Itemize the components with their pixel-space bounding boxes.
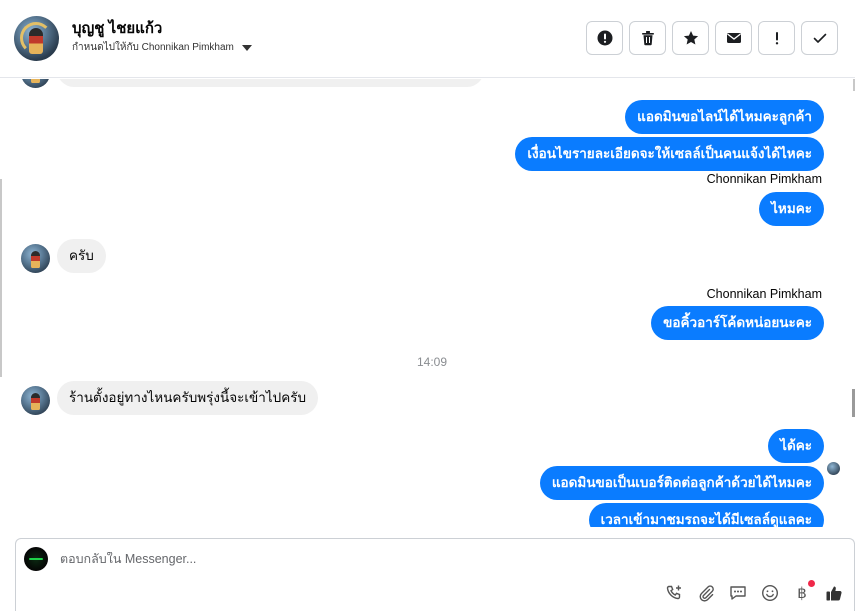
contact-message-avatar: [21, 79, 50, 88]
emoji-button[interactable]: [760, 583, 780, 603]
incoming-message-bubble[interactable]: ร้านตั้งอยู่ทางไหนครับพรุ่งนี้จะเข้าไปคร…: [57, 381, 319, 415]
emoji-icon: [761, 584, 779, 602]
outgoing-message-bubble[interactable]: ไหมคะ: [759, 192, 824, 226]
seen-receipt-avatar: [827, 462, 840, 475]
page-avatar: [24, 547, 48, 571]
contact-name[interactable]: บุญชู ไชยแก้ว: [72, 16, 162, 40]
follow-up-button[interactable]: [758, 21, 795, 55]
reply-composer: ฿: [15, 538, 855, 611]
attachment-icon: [699, 585, 714, 602]
mark-done-button[interactable]: [801, 21, 838, 55]
delete-button[interactable]: [629, 21, 666, 55]
check-icon: [813, 33, 826, 43]
saved-reply-button[interactable]: [728, 583, 748, 603]
contact-message-avatar: [21, 386, 50, 415]
scroll-edge: [0, 179, 2, 377]
assignee-dropdown[interactable]: กำหนดไปให้กับ Chonnikan Pimkham: [72, 40, 252, 55]
caret-down-icon: [241, 44, 252, 51]
baht-payment-icon: ฿: [797, 584, 807, 602]
message-list[interactable]: แอดมินขอไลน์ได้ไหมคะลูกค้า เงื่อนไขรายละ…: [0, 79, 855, 527]
mark-unread-button[interactable]: [715, 21, 752, 55]
avatar-figure: [31, 79, 40, 83]
trash-icon: [641, 31, 654, 46]
reply-input[interactable]: [60, 552, 660, 566]
outgoing-message-bubble[interactable]: แอดมินขอเป็นเบอร์ติดต่อลูกค้าด้วยได้ไหมค…: [539, 466, 824, 500]
incoming-message-bubble[interactable]: [57, 79, 484, 87]
outgoing-message-bubble[interactable]: ได้คะ: [768, 429, 824, 463]
sender-name: Chonnikan Pimkham: [706, 172, 822, 186]
like-icon: [826, 586, 842, 601]
incoming-message-bubble[interactable]: ครับ: [57, 239, 106, 273]
add-call-icon: [666, 585, 681, 600]
outgoing-message-bubble[interactable]: แอดมินขอไลน์ได้ไหมคะลูกค้า: [625, 100, 824, 134]
envelope-icon: [726, 33, 741, 43]
payment-button[interactable]: ฿: [792, 580, 815, 603]
star-button[interactable]: [672, 21, 709, 55]
avatar-figure: [31, 393, 40, 410]
messenger-inbox-thread: บุญชู ไชยแก้ว กำหนดไปให้กับ Chonnikan Pi…: [0, 0, 855, 611]
star-icon: [683, 31, 698, 45]
attach-button[interactable]: [696, 583, 716, 603]
outgoing-message-bubble[interactable]: เงื่อนไขรายละเอียดจะให้เซลล์เป็นคนแจ้งได…: [515, 137, 824, 171]
outgoing-message-bubble[interactable]: เวลาเข้ามาชมรถจะได้มีเซลล์ดูแลคะ: [588, 503, 824, 527]
add-call-button[interactable]: [664, 583, 684, 603]
message-timestamp: 14:09: [417, 355, 448, 369]
outgoing-message-bubble[interactable]: ขอคิ้วอาร์โค้ดหน่อยนะคะ: [651, 306, 824, 340]
like-button[interactable]: [824, 583, 844, 603]
notification-dot: [808, 580, 815, 587]
saved-reply-icon: [730, 586, 746, 600]
avatar-figure: [29, 28, 43, 54]
spam-button[interactable]: [586, 21, 623, 55]
avatar-figure: [31, 251, 40, 268]
exclamation-icon: [775, 32, 778, 45]
contact-avatar[interactable]: [14, 16, 59, 61]
assignee-label: กำหนดไปให้กับ Chonnikan Pimkham: [72, 42, 234, 53]
sender-name: Chonnikan Pimkham: [706, 287, 822, 301]
alert-circle-icon: [597, 30, 612, 46]
thread-header: บุญชู ไชยแก้ว กำหนดไปให้กับ Chonnikan Pi…: [0, 0, 855, 78]
contact-message-avatar: [21, 244, 50, 273]
thread-actions-toolbar: [586, 21, 838, 55]
composer-toolbar: ฿: [664, 580, 844, 603]
